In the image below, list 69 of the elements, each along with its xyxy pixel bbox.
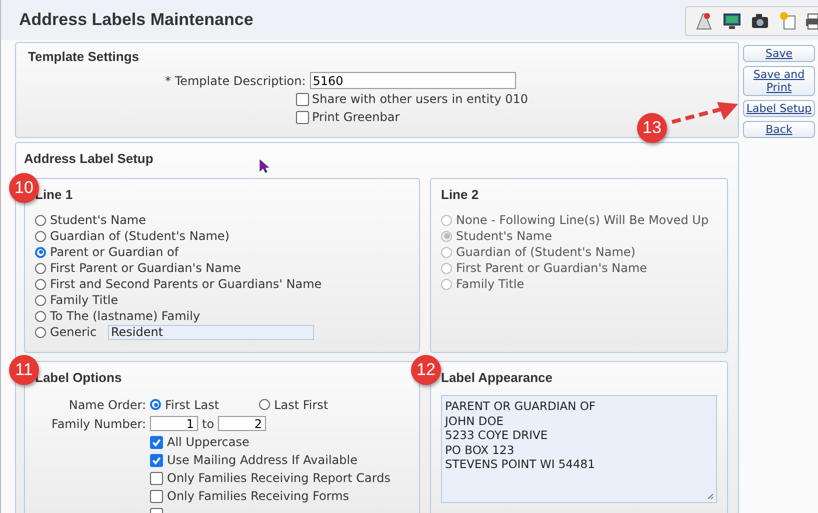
checkbox[interactable]	[150, 490, 163, 502]
checkbox-label: Use Mailing Address If Available	[167, 453, 358, 467]
checkbox[interactable]	[296, 92, 309, 106]
input-field[interactable]: 5160	[310, 72, 516, 89]
section-heading: Label Appearance	[441, 370, 554, 385]
camera-icon[interactable]	[750, 11, 770, 31]
printer-icon[interactable]	[806, 11, 818, 31]
section-heading: Address Label Setup	[24, 151, 154, 166]
label-preview-box[interactable]: PARENT OR GUARDIAN OF JOHN DOE 5233 COYE DRIVE PO BOX 123 STEVENS POINT WI 54481	[441, 395, 717, 503]
preview-line: STEVENS POINT WI 54481	[445, 457, 596, 472]
checkbox-label: Share with other users in entity 010	[312, 92, 528, 106]
radio-button[interactable]	[35, 262, 46, 274]
action-button[interactable]: Save	[743, 45, 815, 62]
input-field[interactable]: 2	[218, 416, 266, 431]
preview-line: PO BOX 123	[445, 442, 516, 457]
radio-button[interactable]	[35, 310, 46, 322]
radio-button[interactable]	[35, 294, 46, 306]
checkbox[interactable]	[150, 454, 163, 466]
cursor-icon	[259, 159, 269, 173]
checkbox-label: Only Families Receiving Report Cards	[167, 471, 390, 485]
radio-label: Family Title	[50, 293, 118, 307]
radio-button[interactable]	[35, 326, 46, 338]
radio-label: To The (lastname) Family	[50, 309, 200, 323]
section-heading: Template Settings	[28, 49, 140, 64]
callout-arrow	[669, 100, 741, 126]
radio-label: None - Following Line(s) Will Be Moved Up	[456, 213, 709, 227]
preview-line: 5233 COYE DRIVE	[445, 428, 549, 442]
radio-label: Last First	[274, 398, 328, 412]
radio-label: Generic	[50, 325, 98, 339]
monitor-icon[interactable]	[722, 11, 742, 31]
radio-label: First and Second Parents or Guardians' Name	[50, 277, 322, 291]
radio-label: First Last	[165, 398, 220, 412]
page-title: Address Labels Maintenance	[19, 10, 254, 30]
step-badge: 12	[411, 355, 441, 385]
radio-label: First Parent or Guardian's Name	[456, 261, 648, 275]
field-label: * Template Description:	[165, 74, 306, 88]
radio-button[interactable]	[35, 246, 46, 258]
checkbox-label: Only Families Receiving Forms	[167, 489, 350, 503]
checkbox-label: Print Greenbar	[312, 110, 400, 124]
checkbox[interactable]	[150, 472, 163, 484]
checkbox[interactable]	[150, 436, 163, 448]
action-button[interactable]: Label Setup	[743, 100, 815, 117]
resize-grip-icon[interactable]	[706, 492, 714, 500]
field-label: Name Order:	[68, 398, 146, 412]
radio-button[interactable]	[35, 230, 46, 242]
radio-button[interactable]	[259, 399, 270, 410]
action-button[interactable]: Save and Print	[743, 66, 815, 96]
radio-button[interactable]	[150, 399, 161, 410]
checkbox-label: All Uppercase	[167, 435, 250, 449]
field-label: Family Number:	[50, 416, 146, 430]
radio-button[interactable]	[35, 214, 46, 226]
action-button[interactable]: Back	[743, 121, 815, 138]
preview-line: JOHN DOE	[445, 414, 505, 428]
document-icon[interactable]	[778, 11, 798, 31]
input-field[interactable]: Resident	[108, 324, 314, 340]
section-heading: Line 2	[441, 187, 480, 202]
preview-line: PARENT OR GUARDIAN OF	[445, 399, 597, 414]
radio-label: Guardian of (Student's Name)	[456, 245, 636, 259]
range-separator: to	[202, 416, 214, 430]
radio-label: Parent or Guardian of	[50, 245, 179, 259]
input-field[interactable]: 1	[150, 416, 198, 431]
radio-label: Student's Name	[50, 213, 146, 227]
radio-label: Guardian of (Student's Name)	[50, 229, 230, 243]
radio-label: Family Title	[456, 277, 524, 291]
radio-label: First Parent or Guardian's Name	[50, 261, 242, 275]
checkbox[interactable]	[296, 110, 309, 124]
radio-button[interactable]	[35, 278, 46, 290]
radio-label: Student's Name	[456, 229, 552, 243]
chart-icon[interactable]	[694, 11, 714, 31]
